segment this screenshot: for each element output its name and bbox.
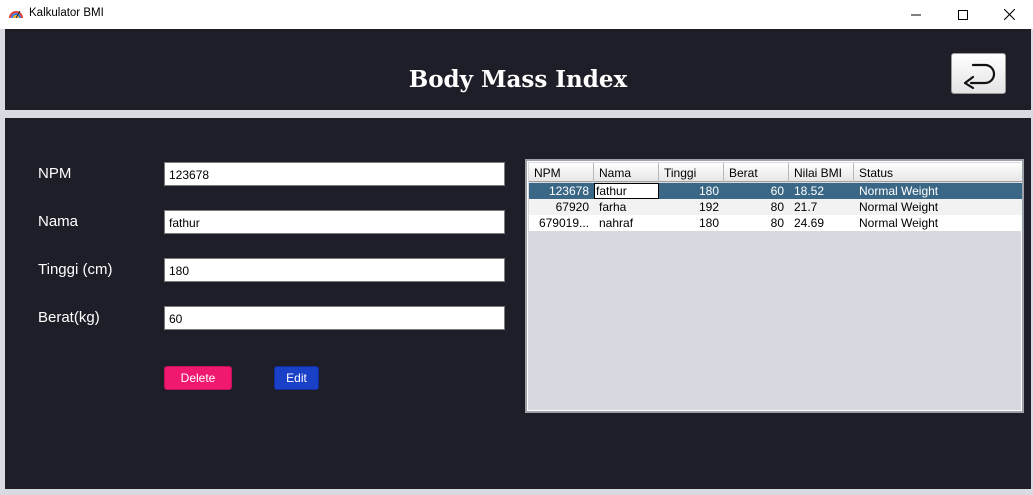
window-titlebar: Kalkulator BMI: [0, 0, 1033, 29]
nama-label: Nama: [38, 213, 79, 230]
cell-status: Normal Weight: [859, 216, 939, 230]
nama-field[interactable]: fathur: [164, 210, 505, 234]
tinggi-field[interactable]: 180: [164, 258, 505, 282]
cell-nama-editor[interactable]: fathur: [594, 183, 659, 199]
cell-berat: 80: [770, 216, 784, 230]
cell-tinggi: 192: [698, 200, 719, 214]
close-icon: [1003, 9, 1015, 20]
cell-status: Normal Weight: [859, 184, 939, 198]
column-header-tinggi[interactable]: Tinggi: [659, 163, 724, 182]
return-arrow-icon: [963, 63, 995, 89]
cell-tinggi: 180: [698, 184, 719, 198]
column-header-npm[interactable]: NPM: [529, 163, 594, 182]
app-body: Body Mass Index NPM 123678 Nama fathur T…: [0, 29, 1033, 495]
maximize-button[interactable]: [940, 0, 986, 29]
cell-nama: farha: [599, 200, 627, 214]
delete-button[interactable]: Delete: [164, 366, 232, 390]
table-row[interactable]: 123678 fathur 180 60 18.52 Normal Weight: [529, 183, 1022, 199]
cell-npm: 679019...: [538, 216, 589, 230]
cell-berat: 80: [770, 200, 784, 214]
table-row[interactable]: 67920 farha 192 80 21.7 Normal Weight: [529, 199, 1022, 215]
maximize-icon: [958, 9, 968, 20]
tinggi-label: Tinggi (cm): [38, 261, 113, 278]
berat-field[interactable]: 60: [164, 306, 505, 330]
minimize-button[interactable]: [893, 0, 939, 29]
table-row[interactable]: 679019... nahraf 180 80 24.69 Normal Wei…: [529, 215, 1022, 231]
column-header-berat[interactable]: Berat: [724, 163, 789, 182]
app-logo-icon: [8, 6, 24, 22]
page-title: Body Mass Index: [408, 66, 628, 93]
back-button[interactable]: [951, 53, 1006, 94]
berat-label: Berat(kg): [38, 309, 100, 326]
cell-nilai-bmi: 18.52: [794, 184, 825, 198]
cell-npm: 67920: [555, 200, 589, 214]
cell-npm: 123678: [548, 184, 589, 198]
edit-button[interactable]: Edit: [274, 366, 319, 390]
npm-label: NPM: [38, 165, 72, 182]
cell-status: Normal Weight: [859, 200, 939, 214]
cell-tinggi: 180: [698, 216, 719, 230]
close-button[interactable]: [986, 0, 1032, 29]
cell-nama: nahraf: [599, 216, 634, 230]
column-header-status[interactable]: Status: [854, 163, 1022, 182]
cell-berat: 60: [770, 184, 784, 198]
column-header-nama[interactable]: Nama: [594, 163, 659, 182]
window-title: Kalkulator BMI: [29, 7, 104, 19]
cell-nilai-bmi: 21.7: [794, 200, 818, 214]
minimize-icon: [911, 14, 921, 15]
column-header-nilai-bmi[interactable]: Nilai BMI: [789, 163, 854, 182]
form-panel: NPM 123678 Nama fathur Tinggi (cm) 180 B…: [5, 118, 1031, 489]
bmi-table[interactable]: NPM Nama Tinggi Berat Nilai BMI Status 1…: [525, 159, 1024, 413]
header-panel: Body Mass Index: [5, 29, 1031, 110]
table-header: NPM Nama Tinggi Berat Nilai BMI Status: [529, 163, 1022, 182]
cell-nilai-bmi: 24.69: [794, 216, 825, 230]
npm-field[interactable]: 123678: [164, 162, 505, 186]
